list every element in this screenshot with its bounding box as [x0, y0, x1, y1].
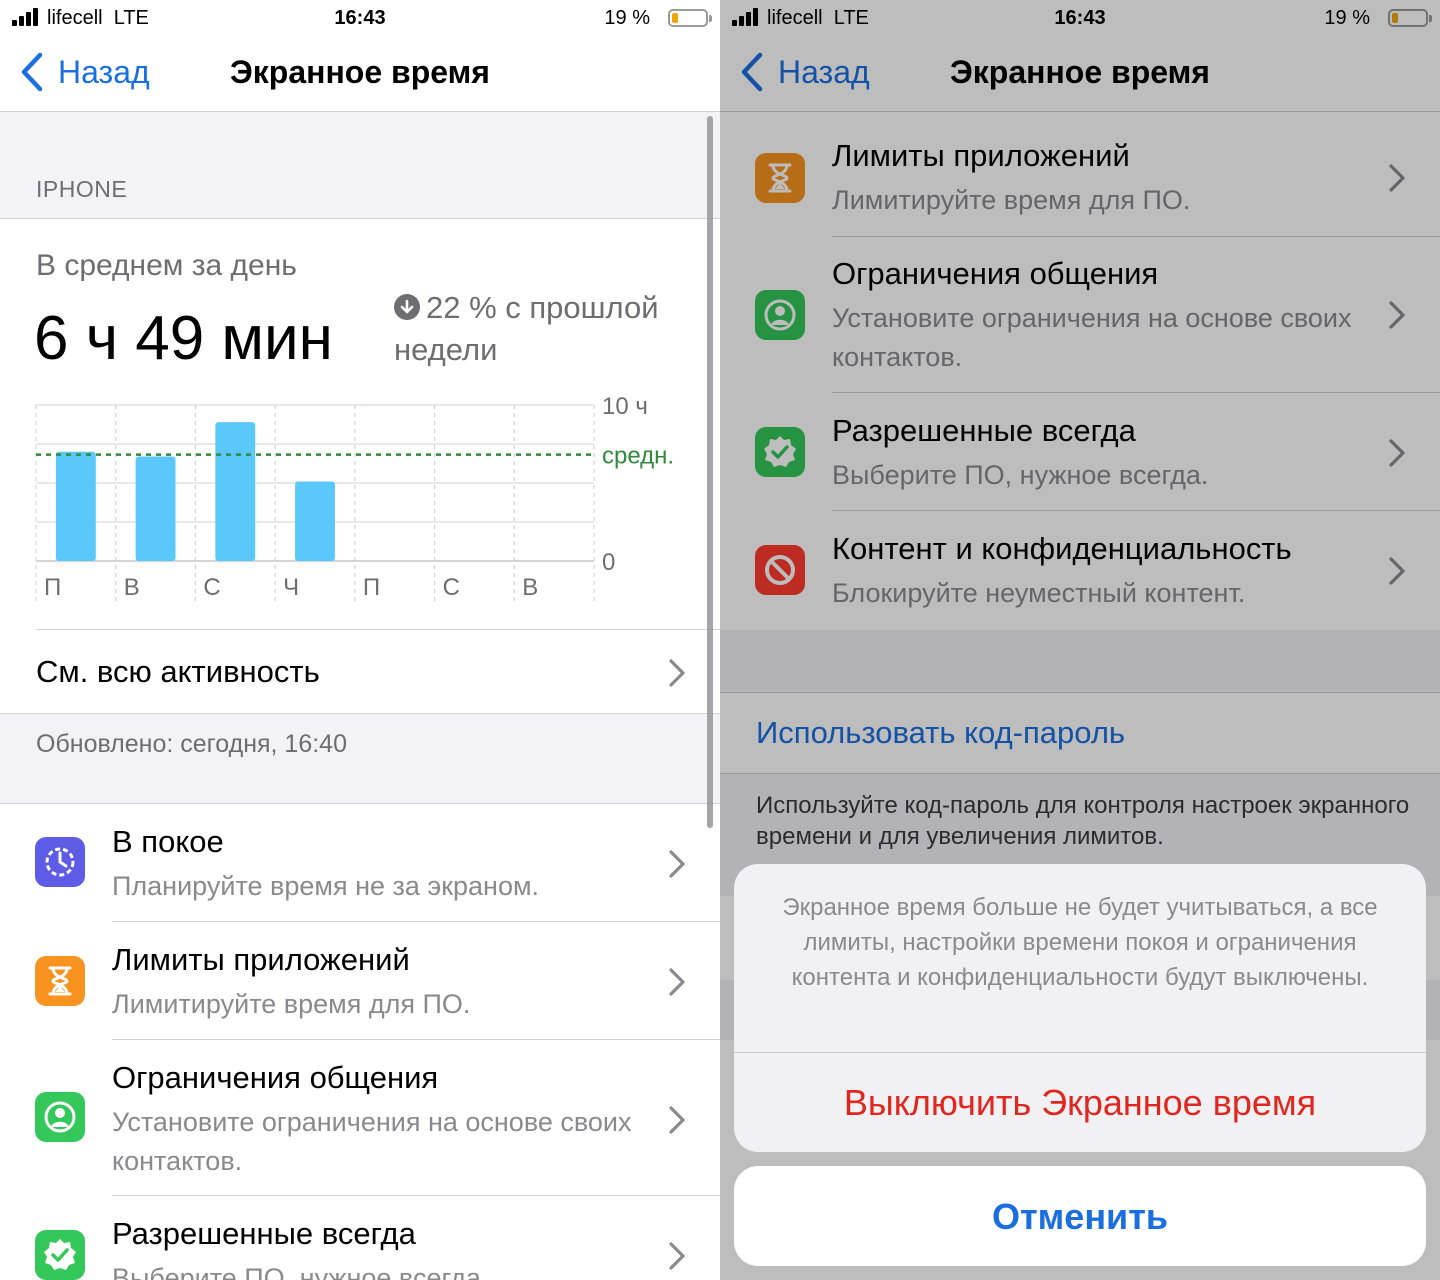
item-subtitle: Лимитируйте время для ПО.: [112, 989, 471, 1019]
chart-bar: [55, 451, 96, 561]
item-title: Разрешенные всегда: [112, 1216, 416, 1251]
item-subtitle: Установите ограничения на основе своих к…: [112, 1107, 632, 1176]
usage-bar-chart: П В С Ч П С В 10 ч 0 средн.: [35, 393, 674, 603]
right-screen: lifecell LTE 16:43 19 % Назад Экранное в…: [720, 0, 1440, 1280]
arrow-down-circle-icon: [394, 294, 420, 320]
scrollbar[interactable]: [707, 116, 713, 828]
section-header-iphone: IPHONE: [36, 176, 128, 202]
item-subtitle: Выберите ПО, нужное всегда.: [112, 1263, 489, 1280]
chart-bar: [135, 456, 176, 561]
average-label: В среднем за день: [36, 249, 297, 282]
see-all-activity-label: См. всю активность: [36, 654, 320, 689]
hourglass-icon: [35, 956, 85, 1006]
item-title: Ограничения общения: [112, 1060, 439, 1095]
chart-day-label: В: [124, 574, 140, 601]
week-change-text: 22 % с прошлой недели: [394, 290, 659, 367]
battery-icon: [668, 9, 712, 27]
chart-day-label: П: [44, 574, 61, 601]
action-sheet-message: Экранное время больше не будет учитывать…: [782, 894, 1378, 991]
chevron-right-icon: [669, 850, 685, 878]
checkmark-badge-icon: [35, 1230, 85, 1280]
chart-day-label: П: [363, 574, 380, 601]
list-item-communication-limits[interactable]: Ограничения общения Установите ограничен…: [0, 1040, 720, 1196]
see-all-activity-row[interactable]: См. всю активность: [36, 629, 720, 713]
chart-y-tick-label: 0: [602, 549, 615, 576]
contact-icon: [35, 1092, 85, 1142]
turn-off-screen-time-button[interactable]: Выключить Экранное время: [734, 1082, 1426, 1124]
usage-summary-card[interactable]: В среднем за день 6 ч 49 мин 22 % с прош…: [0, 218, 720, 714]
status-bar: lifecell LTE 16:43 19 %: [0, 0, 720, 36]
chart-day-label: В: [522, 574, 538, 601]
settings-list: В покое Планируйте время не за экраном. …: [0, 803, 720, 1280]
item-title: В покое: [112, 824, 224, 859]
chart-day-label: Ч: [283, 574, 299, 601]
left-screen: lifecell LTE 16:43 19 % Назад Экранное в…: [0, 0, 720, 1280]
chevron-right-icon: [669, 659, 685, 687]
chevron-right-icon: [669, 1242, 685, 1270]
updated-timestamp: Обновлено: сегодня, 16:40: [36, 730, 347, 758]
nav-bar: Назад Экранное время: [0, 36, 720, 112]
list-item-downtime[interactable]: В покое Планируйте время не за экраном.: [0, 804, 720, 922]
item-subtitle: Планируйте время не за экраном.: [112, 871, 540, 901]
chart-day-label: С: [203, 574, 220, 601]
cancel-button[interactable]: Отменить: [734, 1166, 1426, 1266]
chart-day-label: С: [443, 574, 460, 601]
chart-bar: [215, 422, 256, 561]
cancel-label: Отменить: [992, 1196, 1168, 1237]
chart-bar: [295, 481, 335, 561]
action-sheet: Экранное время больше не будет учитывать…: [734, 864, 1426, 1152]
item-title: Лимиты приложений: [112, 942, 410, 977]
chevron-right-icon: [669, 968, 685, 996]
week-change: 22 % с прошлой недели: [394, 287, 694, 371]
chevron-right-icon: [669, 1106, 685, 1134]
list-item-always-allowed[interactable]: Разрешенные всегда Выберите ПО, нужное в…: [0, 1196, 720, 1280]
page-title: Экранное время: [230, 54, 490, 90]
downtime-icon: [35, 837, 85, 887]
chart-y-tick-label: 10 ч: [602, 393, 648, 420]
battery-percent: 19 %: [604, 7, 650, 29]
average-value: 6 ч 49 мин: [34, 304, 333, 373]
chart-average-label: средн.: [602, 443, 674, 470]
list-item-app-limits[interactable]: Лимиты приложений Лимитируйте время для …: [0, 922, 720, 1040]
